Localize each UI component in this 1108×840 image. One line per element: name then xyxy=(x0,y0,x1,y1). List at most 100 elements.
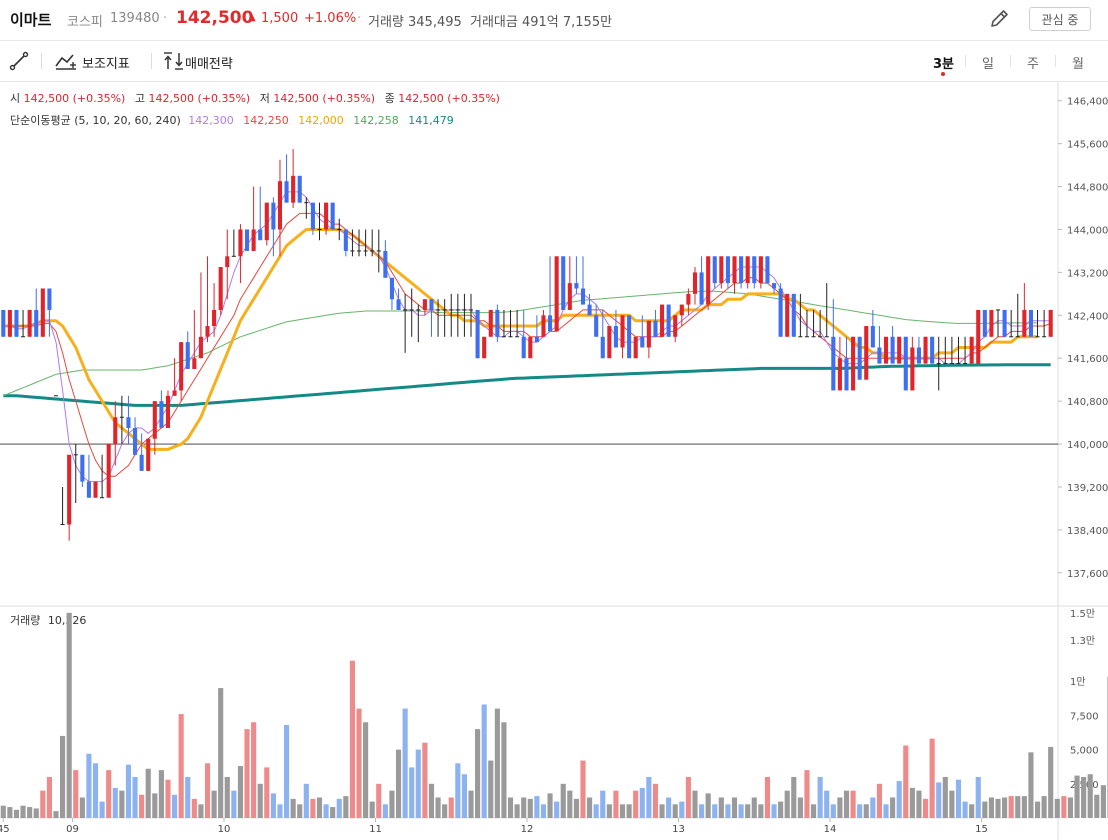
watchlist-button[interactable]: 관심 중 xyxy=(1029,7,1091,31)
volume-bar xyxy=(666,797,672,818)
header-separator: · xyxy=(357,11,362,26)
x-tick-label: 12 xyxy=(521,824,534,835)
volume-bar xyxy=(409,767,415,818)
candle-body xyxy=(837,358,842,391)
header-separator: · xyxy=(163,11,168,26)
volume-bar xyxy=(395,749,402,818)
volume-bar xyxy=(870,797,876,818)
volume-bar xyxy=(817,776,823,818)
volume-bar xyxy=(40,790,46,818)
volume-bar xyxy=(251,722,257,818)
candle-body xyxy=(284,181,289,203)
stock-header: 이마트 코스피 139480 · 142,500 ▲ 1,500 +1.06% … xyxy=(0,0,1108,41)
volume-bar xyxy=(1008,796,1014,818)
candle-body xyxy=(475,309,480,359)
volume-bar xyxy=(86,753,92,818)
chart-toolbar: 보조지표 매매전략 3분 일 주 월 xyxy=(0,41,1108,82)
volume-bar xyxy=(297,804,303,818)
candle-body xyxy=(916,347,921,364)
candle-body xyxy=(1022,309,1027,337)
y-tick-label: 142,400 xyxy=(1067,311,1108,322)
candle-body xyxy=(752,256,757,284)
volume-tick-label: 1.3만 xyxy=(1070,635,1095,647)
volume-bar xyxy=(936,782,942,818)
volume-bar xyxy=(316,797,323,818)
candle-body xyxy=(831,336,836,391)
candle-body xyxy=(541,315,546,337)
x-tick-label: 14 xyxy=(824,824,837,835)
volume-bar xyxy=(303,783,309,818)
volume-bar xyxy=(593,804,599,818)
volume-bar xyxy=(745,804,751,818)
candle-body xyxy=(86,481,91,498)
candle-body xyxy=(139,454,144,471)
candle-body xyxy=(791,293,796,337)
candle-body xyxy=(47,288,52,310)
candle-body xyxy=(244,229,250,251)
candle-body xyxy=(1,309,6,337)
candle-body xyxy=(982,309,987,337)
period-tab-month[interactable]: 월 xyxy=(1072,53,1084,72)
x-tick-label: 10 xyxy=(218,824,231,835)
volume-bar xyxy=(639,787,645,818)
candle-body xyxy=(396,299,401,310)
candle-body xyxy=(1028,309,1033,337)
volume-bar xyxy=(343,796,349,818)
volume-bar xyxy=(79,797,85,818)
volume-bar xyxy=(613,790,619,818)
volume-bar xyxy=(224,776,230,818)
volume-bar xyxy=(1002,797,1008,818)
volume-bar xyxy=(922,798,929,818)
stock-chart[interactable]: 146,400 145,600 144,800 144,000 143,200 142,4… xyxy=(0,82,1108,840)
candle-body xyxy=(712,256,717,284)
price-change-percent: +1.06% xyxy=(304,11,357,26)
candle-body xyxy=(653,320,658,337)
volume-bar xyxy=(646,776,652,818)
candle-body xyxy=(80,454,85,482)
volume-bar xyxy=(942,776,948,818)
y-tick-label: 143,200 xyxy=(1067,268,1108,279)
candle-body xyxy=(251,229,256,251)
candle-body xyxy=(495,309,500,337)
pencil-icon[interactable] xyxy=(988,8,1012,30)
ma240-line xyxy=(3,363,1051,407)
volume-bar xyxy=(606,804,612,818)
candle-body xyxy=(851,336,856,391)
candle-body xyxy=(561,256,566,310)
candle-body xyxy=(976,309,981,364)
volume-bar xyxy=(13,809,20,818)
period-tab-week[interactable]: 주 xyxy=(1027,53,1039,72)
volume-bar xyxy=(1021,796,1027,818)
volume-bar xyxy=(349,660,356,818)
volume-bar xyxy=(1081,776,1087,818)
candle-body xyxy=(93,481,98,498)
period-tab-3min[interactable]: 3분 xyxy=(933,53,954,72)
period-tab-day[interactable]: 일 xyxy=(982,53,994,72)
candle-body xyxy=(34,309,39,337)
volume-bar xyxy=(903,745,909,818)
candle-body xyxy=(673,315,678,337)
volume-bar xyxy=(323,804,329,818)
indicator-chart-icon xyxy=(55,54,76,70)
volume-bar xyxy=(310,798,316,818)
y-tick-label: 144,000 xyxy=(1067,225,1108,236)
volume-bar xyxy=(857,804,863,818)
volume-bar xyxy=(422,742,428,818)
volume-bar xyxy=(962,801,968,818)
volume-bar xyxy=(204,763,211,818)
candle-body xyxy=(989,309,994,337)
candle-body xyxy=(212,309,217,327)
candle-body xyxy=(271,202,276,230)
volume-bar xyxy=(158,770,164,818)
volume-bar xyxy=(501,722,507,818)
volume-bar xyxy=(66,612,72,818)
volume-bar xyxy=(659,804,665,818)
trade-amount: 거래대금 491억 7,155만 xyxy=(470,15,613,30)
volume-bar xyxy=(1061,796,1067,818)
volume-bar xyxy=(475,729,481,818)
indicators-label: 보조지표 xyxy=(82,57,130,72)
candle-body xyxy=(666,304,671,337)
market-name: 코스피 xyxy=(67,15,103,30)
drawing-tool-icon[interactable] xyxy=(8,50,30,72)
volume-bar xyxy=(1015,796,1021,818)
